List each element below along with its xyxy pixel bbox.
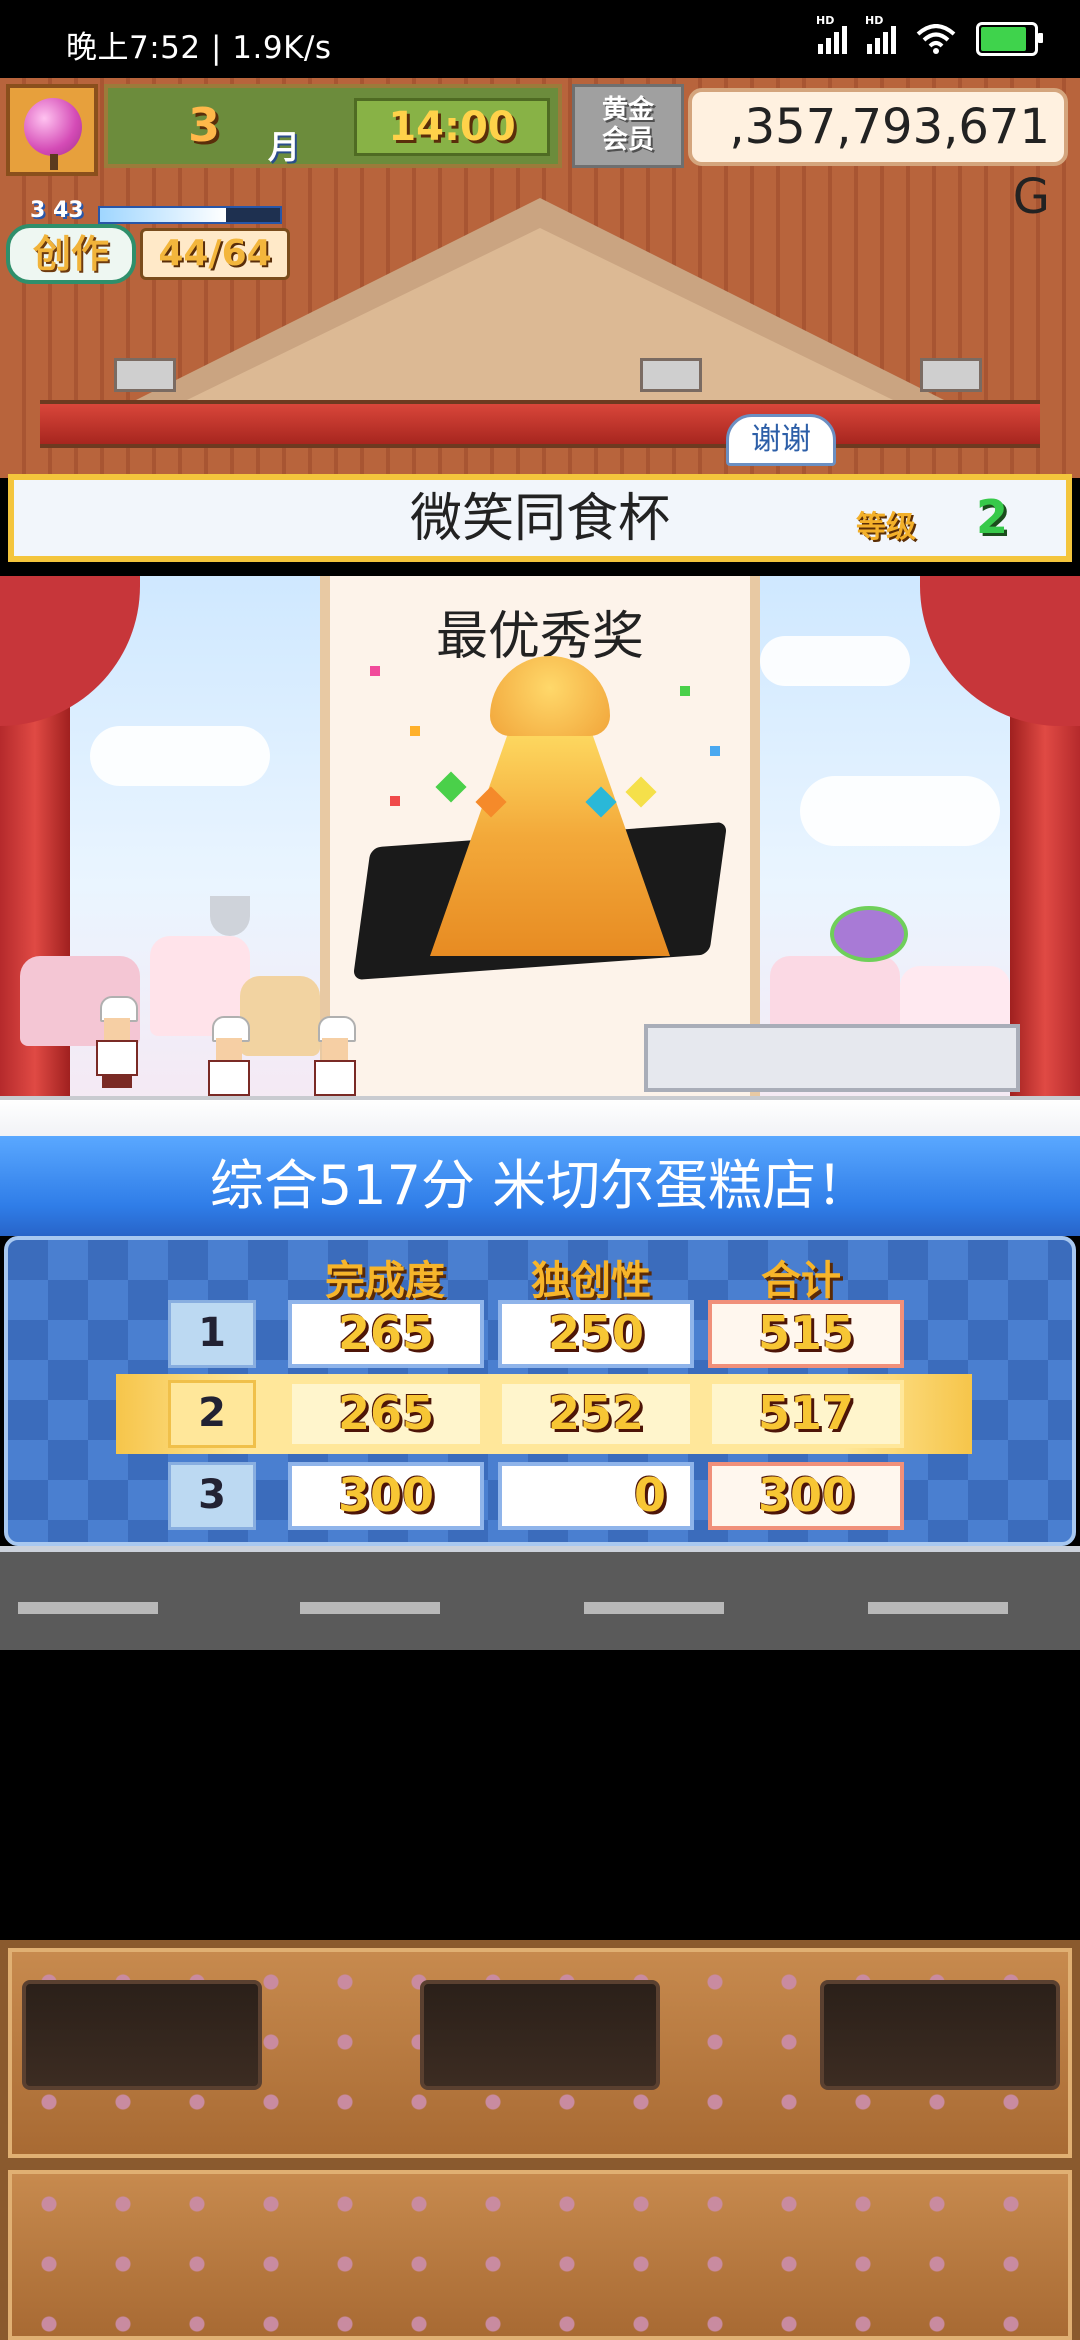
menu-button-1[interactable] [22, 1980, 262, 2090]
row3-completion: 300 [288, 1462, 484, 1530]
judge-table [644, 1024, 1020, 1092]
row2-total: 517 [708, 1380, 904, 1448]
cake-display-panel: 最优秀奖 [320, 576, 760, 1096]
shop-icon[interactable] [6, 84, 98, 176]
balloon-icon [24, 98, 82, 156]
planet-icon [830, 906, 908, 962]
row3-originality: 0 [498, 1462, 694, 1530]
menu-button-2[interactable] [420, 1980, 660, 2090]
row1-completion: 265 [288, 1300, 484, 1368]
rank-3: 3 [168, 1462, 256, 1530]
signal-icon: HD [816, 14, 847, 54]
head-chef-sprite [92, 996, 142, 1088]
menu-button-3[interactable] [820, 1980, 1060, 2090]
signal-hd-label-2: HD [865, 14, 884, 27]
rank-1: 1 [168, 1300, 256, 1368]
menu-panel-bottom [8, 2170, 1072, 2340]
bottom-menu [0, 1940, 1080, 2340]
creation-label: 创作 [6, 224, 136, 284]
battery-icon [976, 22, 1043, 56]
creation-value: 44/64 [140, 228, 290, 280]
header-originality: 独创性 [531, 1258, 651, 1304]
staff-sprite-2 [310, 1016, 360, 1108]
month-value: 3 [188, 98, 221, 152]
row1-originality: 250 [498, 1300, 694, 1368]
row3-total: 300 [708, 1462, 904, 1530]
creation-level: 3 43 [30, 198, 84, 223]
award-stage: 最优秀奖 [0, 576, 1080, 1168]
game-view: 3 月 14:00 黄金 会员 ,357,793,671 G 3 43 创作 4… [0, 78, 1080, 1650]
rank-2: 2 [168, 1380, 256, 1448]
month-unit: 月 [268, 128, 301, 166]
level-label: 等级 [856, 510, 916, 545]
score-board: 完成度 独创性 合计 1 265 250 515 2 265 252 517 3… [4, 1236, 1076, 1546]
creation-panel[interactable]: 3 43 创作 44/64 [6, 198, 294, 286]
trophy-title-bar: 微笑同食杯 等级 2 [8, 474, 1072, 562]
signal-icon-2: HD [865, 14, 896, 54]
status-bar: 晚上7:52 | 1.9K/s HD HD [0, 0, 1080, 78]
menu-panel-top [8, 1948, 1072, 2158]
level-value: 2 [976, 490, 1009, 544]
status-time: 晚上7:52 | 1.9K/s [66, 30, 332, 66]
creation-progress-bar [98, 206, 282, 224]
trophy-cup-icon [210, 896, 250, 936]
staff-sprite-1 [204, 1016, 254, 1108]
signal-hd-label: HD [816, 14, 835, 27]
result-banner: 综合517分 米切尔蛋糕店！ [0, 1136, 1080, 1236]
member-line1: 黄金 [601, 95, 654, 125]
member-line2: 会员 [601, 125, 654, 155]
row1-total: 515 [708, 1300, 904, 1368]
header-completion: 完成度 [325, 1258, 445, 1304]
row2-completion: 265 [288, 1380, 484, 1448]
status-icons: HD HD [816, 14, 1043, 56]
gold-member-badge[interactable]: 黄金 会员 [572, 84, 684, 168]
money-display: ,357,793,671 G [688, 88, 1068, 225]
clock-display: 14:00 [354, 98, 550, 156]
wifi-icon [916, 24, 956, 54]
street-road [0, 1546, 1080, 1650]
date-panel: 3 月 14:00 [104, 84, 562, 168]
header-total: 合计 [761, 1258, 841, 1304]
row2-originality: 252 [498, 1380, 694, 1448]
thanks-speech-bubble: 谢谢 [726, 414, 836, 466]
